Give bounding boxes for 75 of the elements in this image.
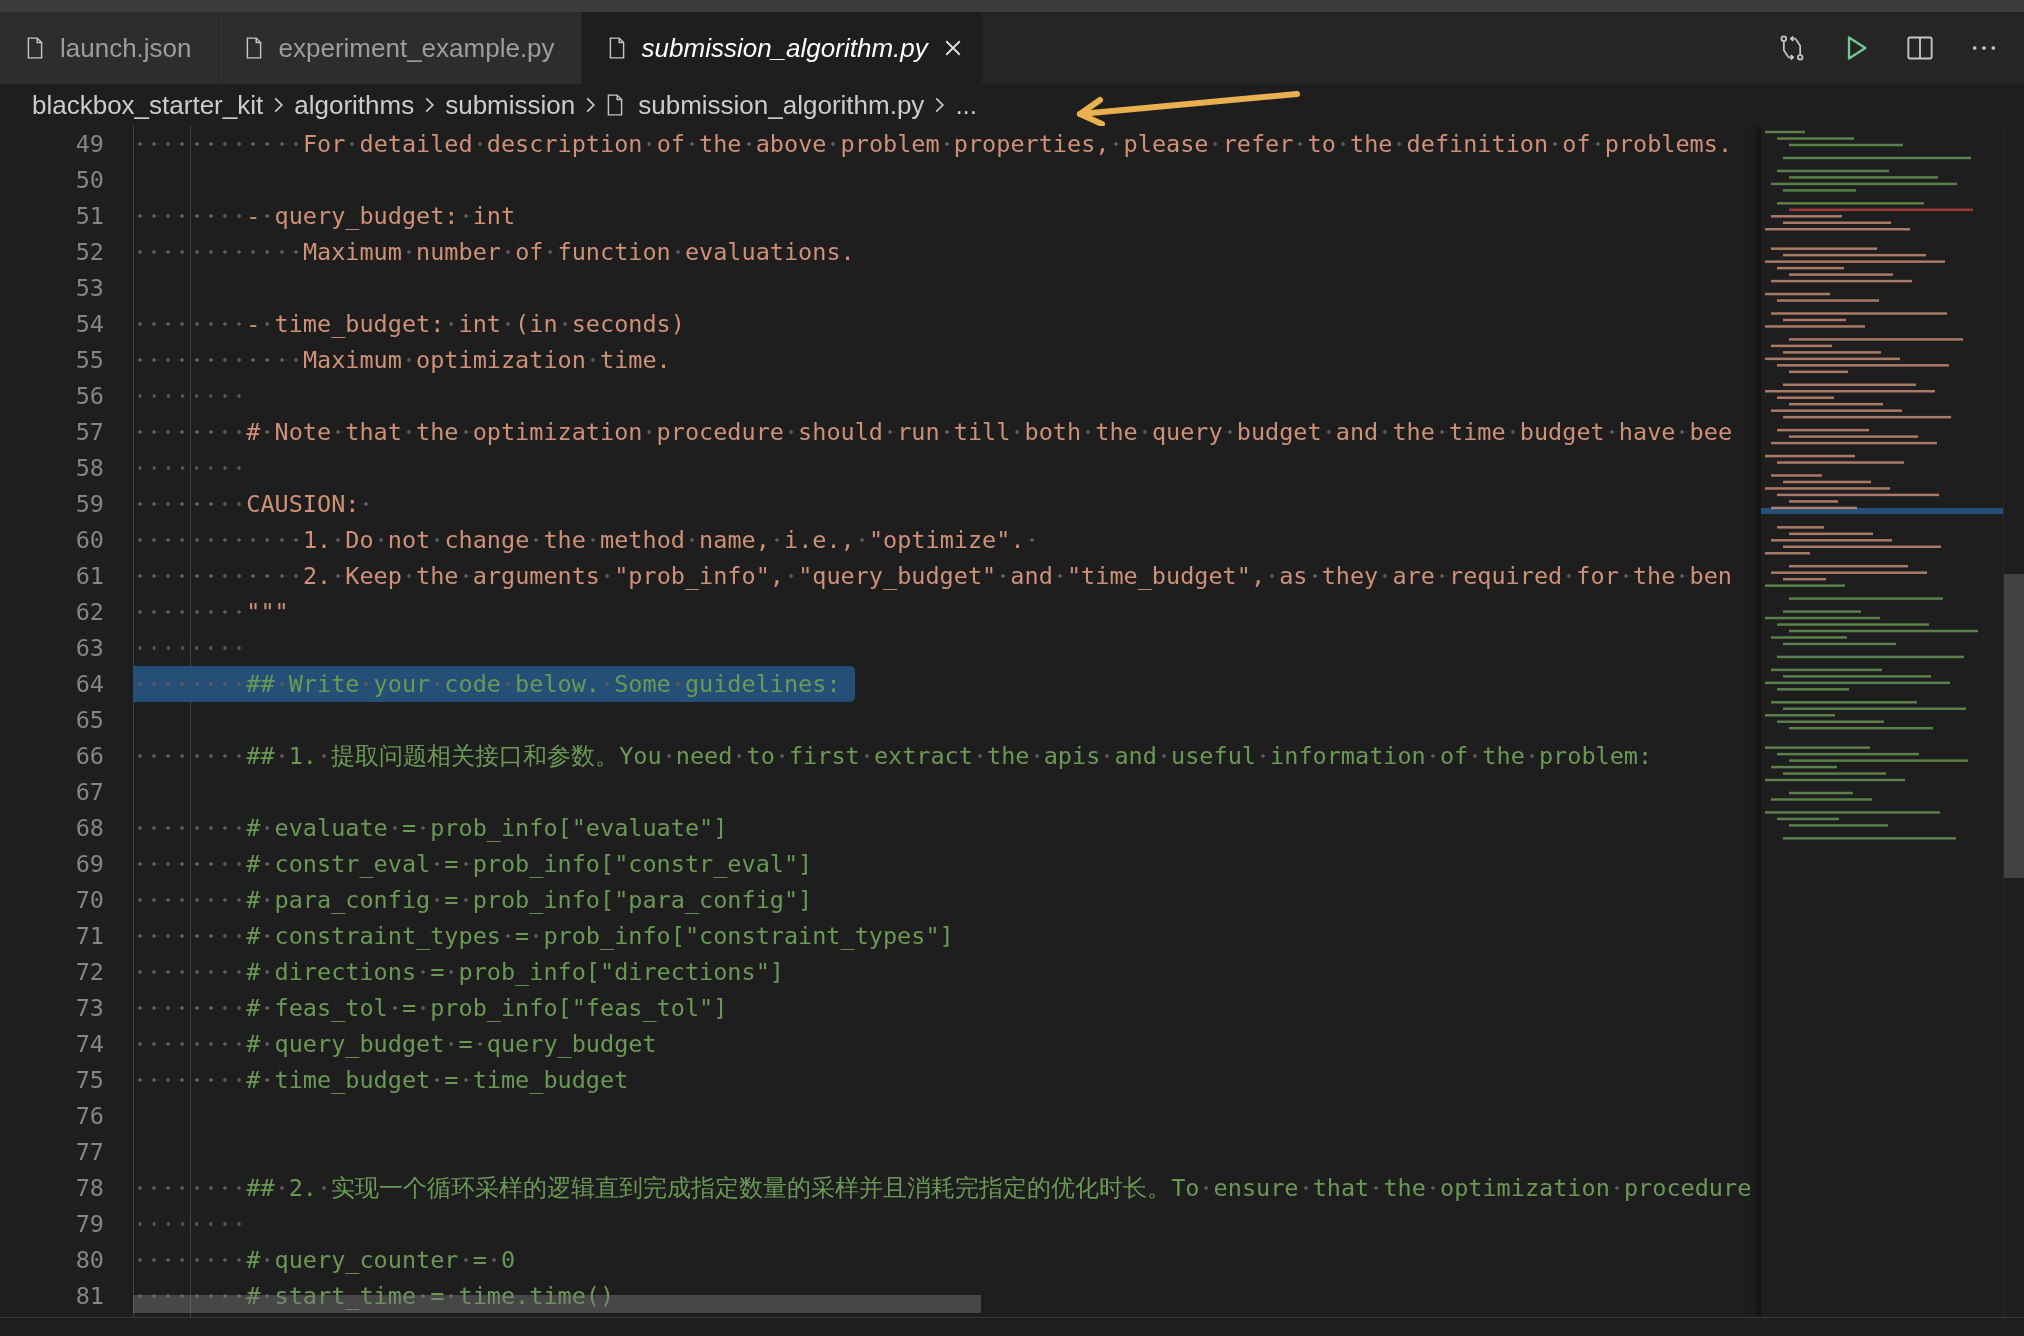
close-icon[interactable] — [943, 39, 962, 57]
breadcrumb-item[interactable]: blackbox_starter_kit — [32, 89, 264, 121]
line-number: 68 — [74, 814, 104, 842]
code-line: # query_budget = query_budget — [133, 1026, 657, 1062]
code-line: # directions = prob_info["directions"] — [133, 954, 784, 990]
line-number: 56 — [74, 382, 104, 410]
breadcrumb-item[interactable]: algorithms — [294, 89, 415, 121]
compare-changes-icon[interactable] — [1778, 34, 1806, 62]
line-number: 57 — [74, 418, 104, 446]
code-line: # query_counter = 0 — [133, 1242, 516, 1278]
breadcrumb-item[interactable]: ... — [955, 89, 978, 121]
line-number: 76 — [74, 1102, 104, 1130]
line-number: 60 — [74, 526, 104, 554]
code-line: 1. Do not change the method name, i.e., "optimize". — [133, 522, 1039, 558]
editor-tab[interactable]: launch.json — [0, 12, 219, 84]
line-number: 65 — [74, 706, 104, 734]
line-number: 80 — [74, 1246, 104, 1274]
line-number: 67 — [74, 778, 104, 806]
file-icon — [26, 37, 44, 59]
line-number: 63 — [74, 634, 104, 662]
line-number: 52 — [74, 238, 104, 266]
line-number: 58 — [74, 454, 104, 482]
split-editor-icon[interactable] — [1906, 34, 1934, 62]
line-number: 75 — [74, 1066, 104, 1094]
editor-tab[interactable]: experiment_example.py — [218, 12, 582, 84]
line-number: 74 — [74, 1030, 104, 1058]
line-number: 50 — [74, 166, 104, 194]
chevron-icon — [424, 96, 436, 114]
line-number: 78 — [74, 1174, 104, 1202]
line-number: 55 — [74, 346, 104, 374]
code-line: # constraint_types = prob_info["constraint_types"] — [133, 918, 954, 954]
file-icon — [607, 37, 626, 59]
line-number: 73 — [74, 994, 104, 1022]
code-line: """ — [133, 594, 289, 630]
code-line: 2. Keep the arguments "prob_info", "query_budget" and "time_budget", as they are required for the ben — [133, 558, 1733, 594]
line-number: 51 — [74, 202, 104, 230]
breadcrumb-item[interactable]: submission — [445, 89, 576, 121]
chevron-icon — [585, 96, 597, 114]
line-number: 59 — [74, 490, 104, 518]
code-line: ## 1. 提取问题相关接口和参数。You need to first extract the apis and useful information of the problem: — [133, 738, 1653, 774]
line-number: 72 — [74, 958, 104, 986]
code-line: Maximum optimization time. — [133, 342, 671, 378]
line-number: 69 — [74, 850, 104, 878]
code-line: - time_budget: int (in seconds) — [133, 306, 685, 342]
code-line: - query_budget: int — [133, 198, 516, 234]
code-line: # start_time = time.time() — [133, 1278, 615, 1314]
line-number: 66 — [74, 742, 104, 770]
breadcrumb-item[interactable]: submission_algorithm.py — [638, 89, 925, 121]
code-line: # para_config = prob_info["para_config"] — [133, 882, 813, 918]
line-number: 53 — [74, 274, 104, 302]
code-line: # constr_eval = prob_info["constr_eval"] — [133, 846, 813, 882]
chevron-icon — [934, 96, 946, 114]
line-number: 71 — [74, 922, 104, 950]
code-line: ## 2. 实现一个循环采样的逻辑直到完成指定数量的采样并且消耗完指定的优化时长。To ensure that the optimization procedure — [133, 1170, 1752, 1206]
line-number: 70 — [74, 886, 104, 914]
code-line: # time_budget = time_budget — [133, 1062, 629, 1098]
file-icon — [244, 37, 263, 59]
code-line: For detailed description of the above problem properties, please refer to the definition of problems. — [133, 126, 1733, 162]
chevron-icon — [273, 96, 285, 114]
line-number: 49 — [74, 130, 104, 158]
line-number: 61 — [74, 562, 104, 590]
code-line: CAUSION: — [133, 486, 374, 522]
code-line: # evaluate = prob_info["evaluate"] — [133, 810, 728, 846]
line-number: 77 — [74, 1138, 104, 1166]
line-number: 62 — [74, 598, 104, 626]
line-number: 81 — [74, 1282, 104, 1310]
file-icon — [606, 94, 625, 116]
code-line: Maximum number of function evaluations. — [133, 234, 855, 270]
editor-tab[interactable]: submission_algorithm.py — [581, 12, 983, 84]
line-number: 79 — [74, 1210, 104, 1238]
line-number: 64 — [74, 670, 104, 698]
code-line: # feas_tol = prob_info["feas_tol"] — [133, 990, 728, 1026]
scrollbar[interactable] — [2004, 574, 2024, 878]
code-line: # Note that the optimization procedure should run till both the query budget and the time budget have bee — [133, 414, 1733, 450]
line-number: 54 — [74, 310, 104, 338]
